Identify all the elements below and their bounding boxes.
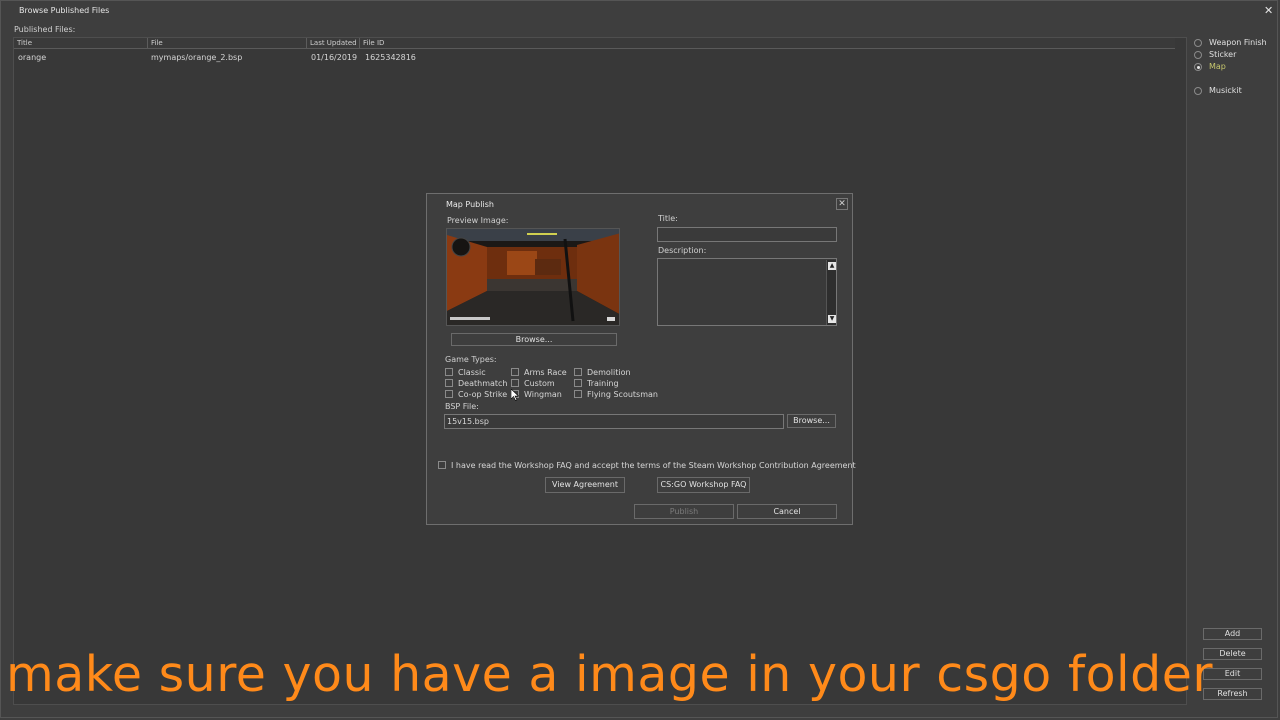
dialog-title: Map Publish <box>446 200 494 209</box>
map-screenshot-image <box>447 229 619 325</box>
checkbox-icon <box>445 368 453 376</box>
view-agreement-button[interactable]: View Agreement <box>545 477 625 493</box>
checkbox-label: Flying Scoutsman <box>587 389 658 399</box>
radio-map[interactable]: Map <box>1194 61 1226 73</box>
video-caption: make sure you have a image in your csgo … <box>6 646 1214 703</box>
checkbox-classic[interactable]: Classic <box>445 367 486 377</box>
radio-weapon-finish[interactable]: Weapon Finish <box>1194 37 1267 49</box>
publish-button[interactable]: Publish <box>634 504 734 519</box>
row-file-id: 1625342816 <box>365 53 416 62</box>
checkbox-label: Co-op Strike <box>458 389 508 399</box>
description-scrollbar[interactable]: ▲ ▼ <box>826 260 836 325</box>
checkbox-demolition[interactable]: Demolition <box>574 367 631 377</box>
checkbox-label: Deathmatch <box>458 378 508 388</box>
dialog-close-icon[interactable]: ✕ <box>836 198 848 210</box>
mouse-cursor-icon <box>511 389 519 401</box>
column-header-file[interactable]: File <box>148 38 307 48</box>
published-files-label: Published Files: <box>14 25 76 34</box>
radio-label: Weapon Finish <box>1209 38 1267 47</box>
csgo-workshop-faq-button[interactable]: CS:GO Workshop FAQ <box>657 477 750 493</box>
checkbox-icon <box>445 390 453 398</box>
title-label: Title: <box>658 214 678 223</box>
bsp-file-label: BSP File: <box>445 402 479 411</box>
checkbox-label: Training <box>587 378 619 388</box>
checkbox-icon <box>445 379 453 387</box>
checkbox-icon <box>574 379 582 387</box>
agreement-text: I have read the Workshop FAQ and accept … <box>451 460 856 470</box>
checkbox-icon <box>574 368 582 376</box>
checkbox-icon <box>511 368 519 376</box>
row-file: mymaps/orange_2.bsp <box>151 53 243 62</box>
checkbox-coop-strike[interactable]: Co-op Strike <box>445 389 507 399</box>
checkbox-deathmatch[interactable]: Deathmatch <box>445 378 508 388</box>
checkbox-training[interactable]: Training <box>574 378 619 388</box>
close-icon[interactable]: ✕ <box>1264 4 1273 17</box>
table-header: Title File Last Updated File ID <box>14 38 1175 49</box>
checkbox-label: Custom <box>524 378 555 388</box>
checkbox-custom[interactable]: Custom <box>511 378 555 388</box>
column-header-title[interactable]: Title <box>14 38 148 48</box>
checkbox-flying-scoutsman[interactable]: Flying Scoutsman <box>574 389 658 399</box>
checkbox-label: Demolition <box>587 367 631 377</box>
checkbox-arms-race[interactable]: Arms Race <box>511 367 567 377</box>
browse-image-button[interactable]: Browse... <box>451 333 617 346</box>
browse-bsp-button[interactable]: Browse... <box>787 414 836 428</box>
row-last-updated: 01/16/2019 <box>311 53 358 62</box>
radio-label: Musickit <box>1209 86 1242 95</box>
scroll-down-icon[interactable]: ▼ <box>828 315 836 323</box>
bsp-file-input[interactable]: 15v15.bsp <box>444 414 784 429</box>
checkbox-label: Arms Race <box>524 367 567 377</box>
row-title: orange <box>18 53 47 62</box>
window-title: Browse Published Files <box>19 6 110 15</box>
cancel-button[interactable]: Cancel <box>737 504 837 519</box>
radio-button-icon <box>1194 51 1202 59</box>
radio-sticker[interactable]: Sticker <box>1194 49 1236 61</box>
radio-button-icon <box>1194 39 1202 47</box>
checkbox-icon <box>574 390 582 398</box>
add-button[interactable]: Add <box>1203 628 1262 640</box>
checkbox-label: Classic <box>458 367 486 377</box>
radio-button-selected-icon <box>1194 63 1202 71</box>
description-textarea[interactable] <box>657 258 837 326</box>
column-header-file-id[interactable]: File ID <box>360 38 1175 48</box>
checkbox-icon <box>511 379 519 387</box>
checkbox-icon <box>438 461 446 469</box>
title-input[interactable] <box>657 227 837 242</box>
agreement-checkbox[interactable]: I have read the Workshop FAQ and accept … <box>438 460 856 470</box>
game-types-label: Game Types: <box>445 355 497 364</box>
scroll-up-icon[interactable]: ▲ <box>828 262 836 270</box>
column-header-last-updated[interactable]: Last Updated <box>307 38 360 48</box>
preview-image-label: Preview Image: <box>447 216 509 225</box>
description-label: Description: <box>658 246 707 255</box>
radio-label: Map <box>1209 62 1226 71</box>
radio-button-icon <box>1194 87 1202 95</box>
radio-label: Sticker <box>1209 50 1237 59</box>
checkbox-label: Wingman <box>524 389 562 399</box>
preview-image <box>446 228 620 326</box>
radio-musickit[interactable]: Musickit <box>1194 85 1242 97</box>
table-row[interactable]: orange mymaps/orange_2.bsp 01/16/2019 16… <box>14 52 1175 64</box>
